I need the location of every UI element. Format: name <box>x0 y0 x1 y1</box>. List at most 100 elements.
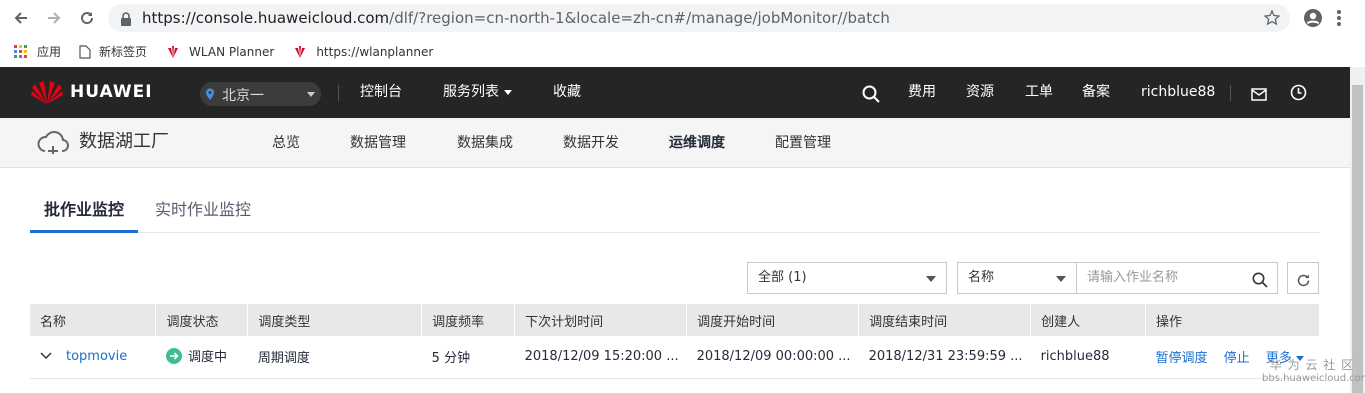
column-header[interactable]: 下次计划时间 <box>514 304 688 336</box>
nav-favorites[interactable]: 收藏 <box>553 67 581 118</box>
start-time-cell: 2018/12/09 00:00:00 ... <box>686 336 859 379</box>
search-placeholder: 请输入作业名称 <box>1087 270 1179 285</box>
bookmark-new-tab[interactable]: 新标签页 <box>79 43 147 60</box>
subnav-config-management[interactable]: 配置管理 <box>775 118 831 168</box>
refresh-icon <box>1296 270 1311 300</box>
huawei-logo-icon <box>166 45 181 58</box>
field-select[interactable]: 名称 <box>957 262 1077 294</box>
status-cell: 调度中 <box>155 336 248 379</box>
nav-services[interactable]: 服务列表 <box>443 67 512 118</box>
frequency-cell: 5 分钟 <box>421 336 515 379</box>
schedule-type-cell: 周期调度 <box>247 336 422 379</box>
nav-resources[interactable]: 资源 <box>966 67 994 118</box>
bookmark-wlan-planner[interactable]: WLAN Planner <box>165 45 274 59</box>
back-icon[interactable] <box>10 7 32 29</box>
url-text: https://console.huaweicloud.com/dlf/?reg… <box>142 9 890 27</box>
column-header[interactable]: 名称 <box>30 304 157 336</box>
clock-icon[interactable] <box>1290 84 1307 105</box>
status-text: 调度中 <box>187 350 227 365</box>
search-icon[interactable] <box>1252 270 1268 300</box>
huawei-logo-icon <box>293 45 308 58</box>
scrollbar-thumb[interactable] <box>1352 85 1363 393</box>
subnav-overview[interactable]: 总览 <box>272 118 300 168</box>
chevron-down-icon <box>307 92 315 97</box>
subnav-data-integration[interactable]: 数据集成 <box>457 118 513 168</box>
job-name-cell: topmovie <box>30 336 156 379</box>
watermark-line2: bbs.huaweicloud.com <box>1262 373 1365 384</box>
product-sub-nav: 数据湖工厂 总览 数据管理 数据集成 数据开发 运维调度 配置管理 <box>0 118 1350 168</box>
next-time-cell: 2018/12/09 15:20:00 ... <box>514 336 687 379</box>
lock-icon <box>120 11 132 30</box>
tab-batch-job-monitor[interactable]: 批作业监控 <box>30 193 139 233</box>
apps-grid-icon <box>14 44 27 58</box>
scope-select[interactable]: 全部 (1) <box>747 262 947 294</box>
region-selector[interactable]: 北京一 <box>200 82 321 106</box>
table-row: topmovie 调度中 周期调度 5 分钟 2018/12/09 15:20:… <box>30 336 1320 379</box>
column-header[interactable]: 调度类型 <box>247 304 423 336</box>
column-header[interactable]: 操作 <box>1145 304 1321 336</box>
watermark: 华 为 云 社 区 bbs.huaweicloud.com <box>1262 358 1365 386</box>
running-status-icon <box>165 347 182 368</box>
scope-select-value: 全部 (1) <box>758 270 807 285</box>
field-select-value: 名称 <box>968 270 995 285</box>
reload-icon[interactable] <box>76 7 98 29</box>
bookmark-label: 应用 <box>37 45 62 59</box>
bookmark-label: 新标签页 <box>99 45 148 59</box>
creator-cell: richblue88 <box>1030 336 1146 379</box>
pause-schedule-link[interactable]: 暂停调度 <box>1155 351 1207 366</box>
console-top-nav: HUAWEI 北京一 控制台 服务列表 收藏 费用 资源 工单 备案 richb… <box>0 67 1350 118</box>
subnav-ops-scheduling[interactable]: 运维调度 <box>669 118 725 168</box>
nav-tickets[interactable]: 工单 <box>1025 67 1053 118</box>
divider <box>1230 85 1231 101</box>
account-icon[interactable] <box>1303 8 1323 32</box>
job-name-search-input[interactable]: 请输入作业名称 <box>1076 262 1278 294</box>
end-time-cell: 2018/12/31 23:59:59 ... <box>858 336 1031 379</box>
huawei-flower-icon <box>31 81 63 104</box>
batch-job-table: 名称 调度状态 调度类型 调度频率 下次计划时间 调度开始时间 调度结束时间 创… <box>30 304 1321 379</box>
search-icon[interactable] <box>862 85 880 107</box>
browser-toolbar: https://console.huaweicloud.com/dlf/?reg… <box>0 0 1365 36</box>
table-header-row: 名称 调度状态 调度类型 调度频率 下次计划时间 调度开始时间 调度结束时间 创… <box>30 304 1321 336</box>
nav-console[interactable]: 控制台 <box>360 67 402 118</box>
mail-icon[interactable] <box>1251 86 1267 105</box>
forward-icon[interactable] <box>43 7 65 29</box>
monitor-tabs: 批作业监控 实时作业监控 <box>30 193 1320 233</box>
location-pin-icon <box>206 88 214 100</box>
product-title: 数据湖工厂 <box>79 131 169 152</box>
column-header[interactable]: 创建人 <box>1030 304 1146 336</box>
menu-kebab-icon[interactable] <box>1336 8 1342 32</box>
column-header[interactable]: 调度结束时间 <box>858 304 1032 336</box>
column-header[interactable]: 调度状态 <box>155 304 249 336</box>
expand-chevron-icon[interactable] <box>40 349 52 364</box>
nav-filing[interactable]: 备案 <box>1082 67 1110 118</box>
chevron-down-icon <box>926 276 936 282</box>
divider <box>338 85 339 101</box>
bookmark-apps[interactable]: 应用 <box>14 43 61 60</box>
job-name-link[interactable]: topmovie <box>66 349 127 364</box>
huawei-logo[interactable]: HUAWEI <box>30 79 153 105</box>
user-menu[interactable]: richblue88 <box>1141 67 1215 118</box>
region-label: 北京一 <box>222 88 264 104</box>
brand-text: HUAWEI <box>70 82 153 102</box>
tab-realtime-job-monitor[interactable]: 实时作业监控 <box>155 193 251 233</box>
bookmarks-bar: 应用 新标签页 WLAN Planner https://wlanplanner <box>0 36 1365 67</box>
chevron-down-icon <box>504 89 512 95</box>
page-icon <box>79 44 91 59</box>
cloud-icon <box>36 129 70 161</box>
column-header[interactable]: 调度频率 <box>421 304 516 336</box>
watermark-line1: 华 为 云 社 区 <box>1269 358 1355 372</box>
subnav-data-management[interactable]: 数据管理 <box>350 118 406 168</box>
refresh-button[interactable] <box>1287 262 1319 294</box>
bookmark-label: WLAN Planner <box>189 44 275 59</box>
chevron-down-icon <box>1056 276 1066 282</box>
subnav-data-development[interactable]: 数据开发 <box>563 118 619 168</box>
stop-link[interactable]: 停止 <box>1224 351 1250 366</box>
bookmark-wlanplanner-url[interactable]: https://wlanplanner <box>292 45 433 59</box>
nav-services-label: 服务列表 <box>443 84 499 100</box>
page-scrollbar[interactable] <box>1350 67 1365 393</box>
bookmark-label: https://wlanplanner <box>316 44 434 59</box>
address-bar[interactable]: https://console.huaweicloud.com/dlf/?reg… <box>108 4 1290 32</box>
column-header[interactable]: 调度开始时间 <box>686 304 860 336</box>
nav-fees[interactable]: 费用 <box>908 67 936 118</box>
bookmark-star-icon[interactable] <box>1263 9 1281 30</box>
